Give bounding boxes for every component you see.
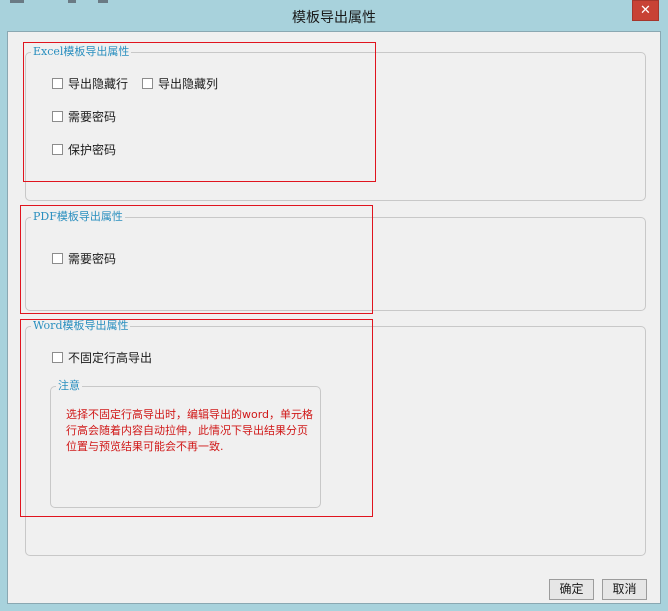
note-legend: 注意	[56, 379, 82, 393]
ok-button[interactable]: 确定	[549, 579, 594, 600]
checkbox-unchecked-icon	[52, 110, 63, 122]
checkbox-unchecked-icon	[142, 77, 153, 89]
export-hidden-cols-label: 导出隐藏列	[158, 76, 219, 91]
export-hidden-rows-label: 导出隐藏行	[68, 76, 129, 91]
checkbox-unchecked-icon	[52, 77, 63, 89]
dialog-title: 模板导出属性	[292, 10, 376, 26]
close-icon: ✕	[640, 3, 651, 18]
protect-password-checkbox[interactable]: 保护密码	[52, 141, 116, 157]
non-fixed-row-height-checkbox[interactable]: 不固定行高导出	[52, 349, 152, 365]
close-button[interactable]: ✕	[632, 0, 659, 21]
note-group: 注意 选择不固定行高导出时，编辑导出的word，单元格行高会随着内容自动拉伸，此…	[50, 379, 321, 508]
pdf-require-password-checkbox[interactable]: 需要密码	[52, 250, 116, 266]
checkbox-unchecked-icon	[52, 143, 63, 155]
non-fixed-row-height-label: 不固定行高导出	[68, 350, 153, 365]
dialog-window: 模板导出属性 ✕ Excel模板导出属性 导出隐藏行 导出隐藏列 需要密码 保护…	[0, 0, 668, 611]
excel-require-password-label: 需要密码	[68, 109, 117, 124]
title-bar[interactable]: 模板导出属性 ✕	[0, 0, 668, 32]
pdf-require-password-label: 需要密码	[68, 251, 117, 266]
export-hidden-cols-checkbox[interactable]: 导出隐藏列	[142, 75, 218, 91]
export-hidden-rows-checkbox[interactable]: 导出隐藏行	[52, 75, 128, 91]
dialog-content: Excel模板导出属性 导出隐藏行 导出隐藏列 需要密码 保护密码 PDF模板导…	[7, 31, 661, 604]
cancel-button[interactable]: 取消	[602, 579, 647, 600]
protect-password-label: 保护密码	[68, 142, 117, 157]
checkbox-unchecked-icon	[52, 252, 63, 264]
checkbox-unchecked-icon	[52, 351, 63, 363]
app-icons	[8, 0, 128, 4]
excel-require-password-checkbox[interactable]: 需要密码	[52, 108, 116, 124]
note-text: 选择不固定行高导出时，编辑导出的word，单元格行高会随着内容自动拉伸，此情况下…	[66, 408, 314, 453]
